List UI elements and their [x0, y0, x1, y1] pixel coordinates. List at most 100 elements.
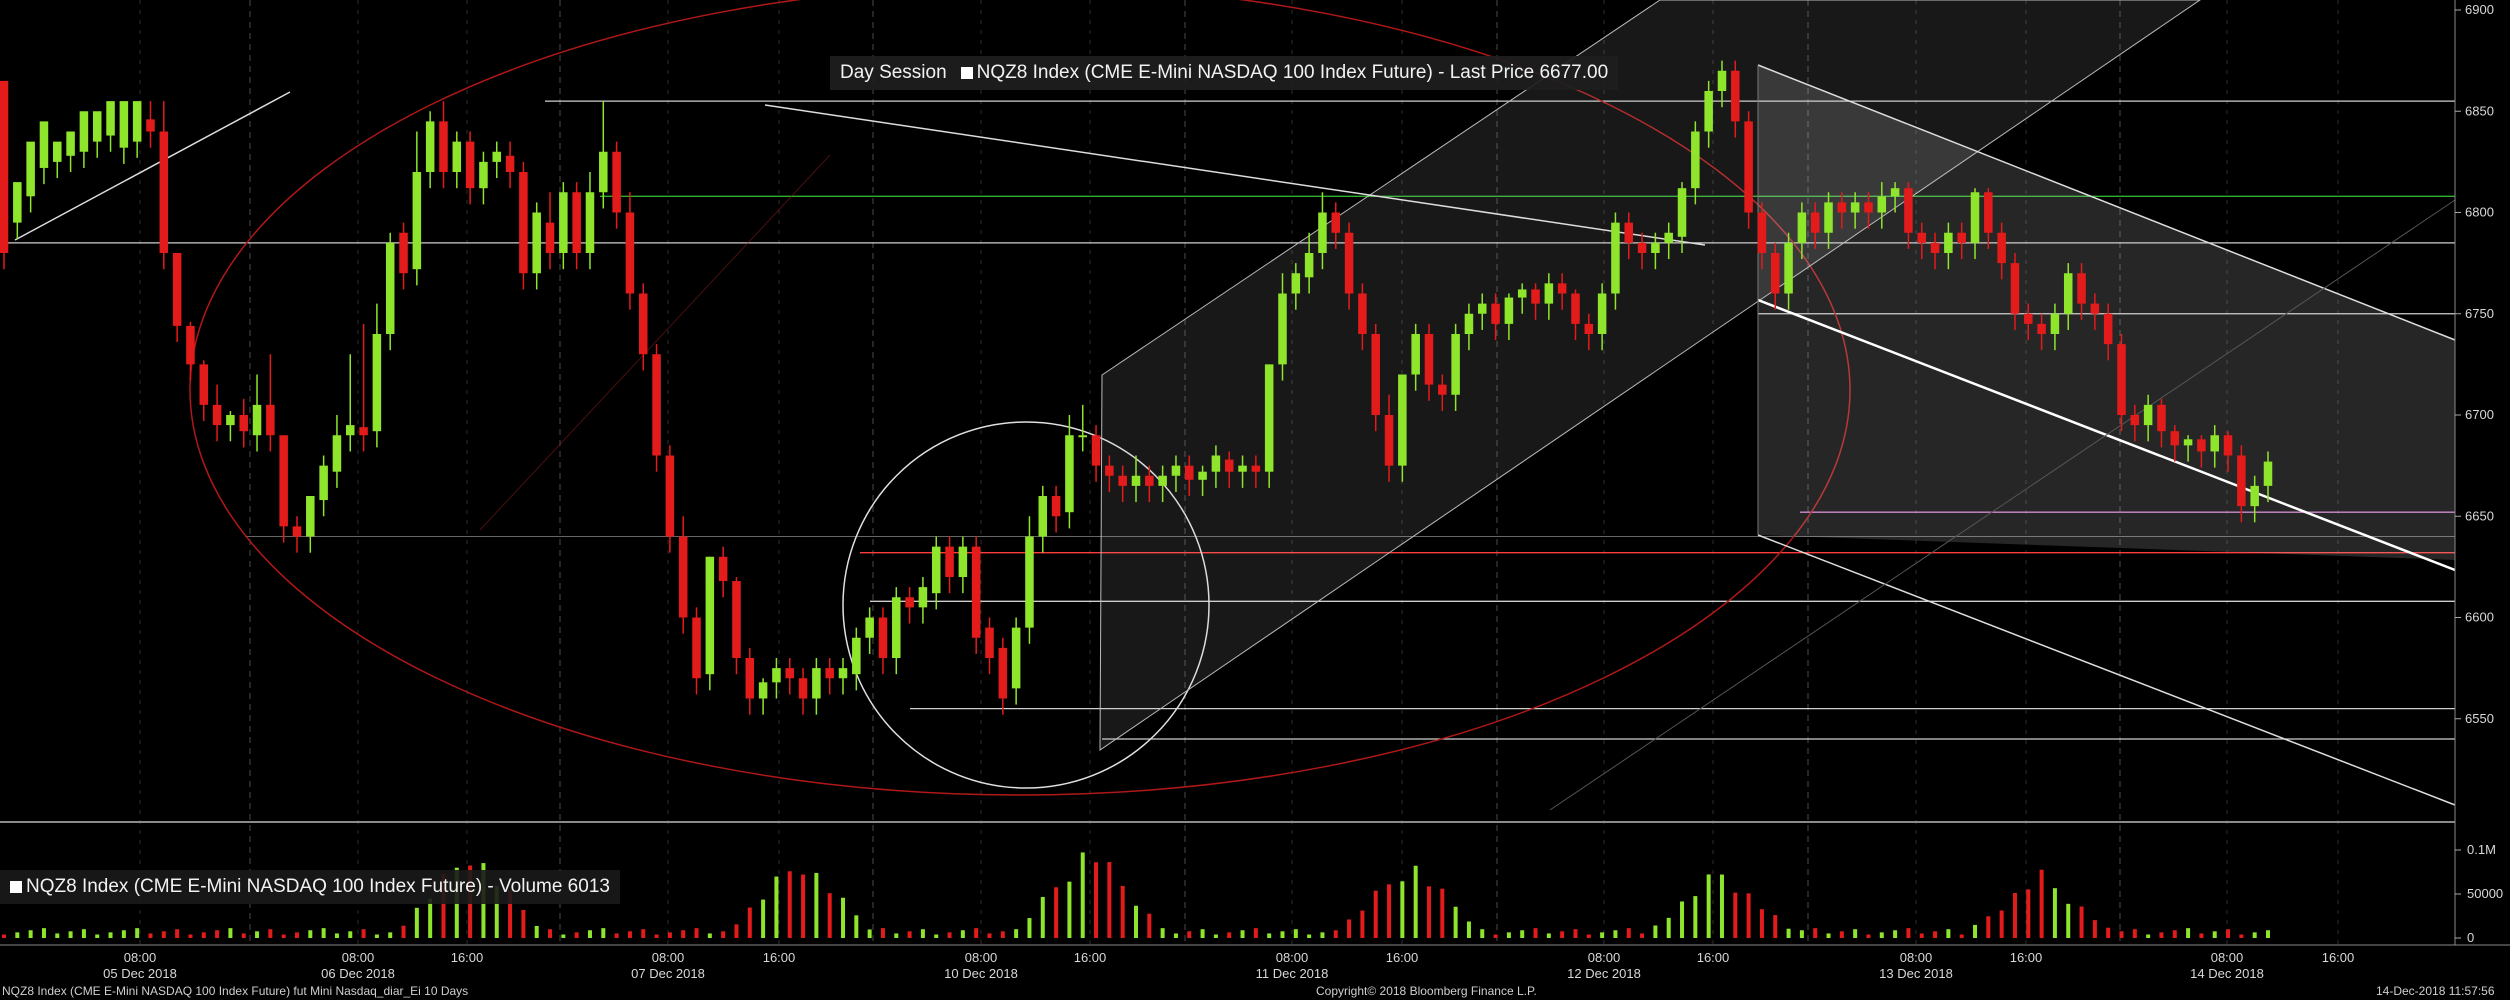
volume-bar	[281, 934, 286, 938]
candle-body	[1691, 131, 1700, 189]
volume-bar	[55, 933, 60, 938]
volume-bar	[108, 932, 113, 938]
candle-body	[439, 121, 448, 172]
candle-body	[212, 404, 222, 426]
volume-bar	[1267, 933, 1272, 938]
volume-bar	[348, 931, 353, 938]
candle-body	[1025, 536, 1034, 628]
candle-body	[2237, 455, 2246, 507]
candle-body	[1078, 435, 1087, 438]
session-label: Day Session	[840, 62, 947, 83]
candle-body	[1584, 323, 1594, 334]
volume-bar	[1826, 933, 1831, 938]
candle-body	[1717, 70, 1727, 91]
candle-body	[1544, 283, 1554, 304]
volume-bar	[2199, 933, 2204, 938]
candle-body	[412, 172, 422, 270]
volume-bar	[1946, 929, 1951, 938]
candle-body	[1877, 196, 1887, 213]
volume-bar	[1440, 888, 1445, 938]
volume-bar	[361, 929, 366, 938]
volume-bar	[2012, 893, 2017, 938]
candle-body	[572, 192, 581, 253]
volume-bar	[1746, 893, 1751, 938]
candle-body	[931, 546, 941, 594]
candle-body	[1038, 496, 1048, 537]
volume-bar	[1773, 915, 1778, 938]
x-tick-time: 08:00	[124, 950, 157, 965]
volume-bar	[68, 931, 73, 938]
candle-body	[266, 404, 275, 436]
candle-body	[39, 121, 49, 168]
candle-body	[1238, 465, 1247, 472]
x-tick-date: 11 Dec 2018	[1256, 966, 1329, 981]
candle-body	[532, 212, 541, 274]
volume-bar	[1706, 874, 1711, 938]
volume-bar	[1413, 865, 1418, 938]
volume-bar	[1160, 928, 1165, 938]
volume-bar	[1613, 930, 1618, 938]
volume-bar	[641, 929, 646, 938]
candle-body	[79, 111, 89, 152]
y-tick-label: 6550	[2465, 711, 2494, 726]
candle-body	[625, 212, 635, 294]
candle-body	[878, 617, 888, 658]
candle-body	[172, 253, 182, 326]
volume-bar	[41, 928, 46, 938]
candle-body	[2157, 404, 2166, 432]
x-tick-time: 16:00	[763, 950, 796, 965]
candle-body	[718, 556, 728, 582]
volume-bar	[1879, 932, 1884, 938]
volume-bar	[334, 933, 339, 938]
volume-bar	[148, 933, 153, 938]
volume-bar	[1453, 906, 1458, 938]
candle-body	[1211, 455, 1221, 472]
volume-series-label: NQZ8 Index (CME E-Mini NASDAQ 100 Index …	[26, 876, 610, 897]
candle-body	[1664, 232, 1673, 243]
volume-bar	[201, 932, 206, 938]
volume-bar	[1973, 924, 1978, 938]
x-tick-time: 08:00	[1588, 950, 1621, 965]
volume-bar	[414, 907, 419, 938]
volume-bar	[1733, 892, 1738, 938]
volume-bar	[548, 929, 553, 938]
vol-y-tick-label: 0.1M	[2467, 842, 2496, 857]
volume-bar	[1307, 934, 1312, 938]
x-tick-time: 08:00	[2211, 950, 2244, 965]
candle-body	[2103, 313, 2113, 345]
candle-body	[2010, 263, 2020, 314]
candle-body	[1677, 188, 1687, 237]
volume-bar	[627, 931, 632, 938]
candle-body	[146, 119, 155, 132]
volume-bar	[1373, 890, 1378, 938]
volume-bar	[1546, 933, 1551, 938]
candle-body	[159, 131, 169, 253]
candle-body	[2250, 485, 2259, 507]
volume-bar	[1094, 862, 1099, 938]
volume-bar	[827, 893, 832, 938]
candle-body	[399, 232, 408, 274]
candle-body	[1185, 465, 1194, 480]
volume-bar	[1719, 874, 1724, 938]
volume-bar	[1040, 896, 1045, 938]
candle-body	[53, 141, 62, 162]
candle-body	[1264, 364, 1274, 472]
volume-bar	[880, 928, 885, 938]
volume-bar	[1680, 901, 1685, 938]
candle-body	[732, 581, 741, 658]
candle-body	[1757, 212, 1767, 253]
candle-body	[1171, 465, 1181, 476]
volume-bar	[1293, 929, 1298, 938]
volume-bar	[2066, 903, 2071, 938]
volume-bar	[1626, 928, 1631, 938]
volume-bar	[215, 930, 220, 938]
volume-bar	[1893, 930, 1898, 938]
volume-bar	[95, 934, 100, 938]
candle-body	[1491, 303, 1500, 324]
volume-bar	[1959, 934, 1964, 938]
volume-bar	[1600, 932, 1605, 938]
volume-legend: NQZ8 Index (CME E-Mini NASDAQ 100 Index …	[0, 870, 620, 904]
candle-body	[1224, 459, 1234, 472]
volume-bar	[1187, 931, 1192, 938]
volume-bar	[947, 932, 952, 938]
